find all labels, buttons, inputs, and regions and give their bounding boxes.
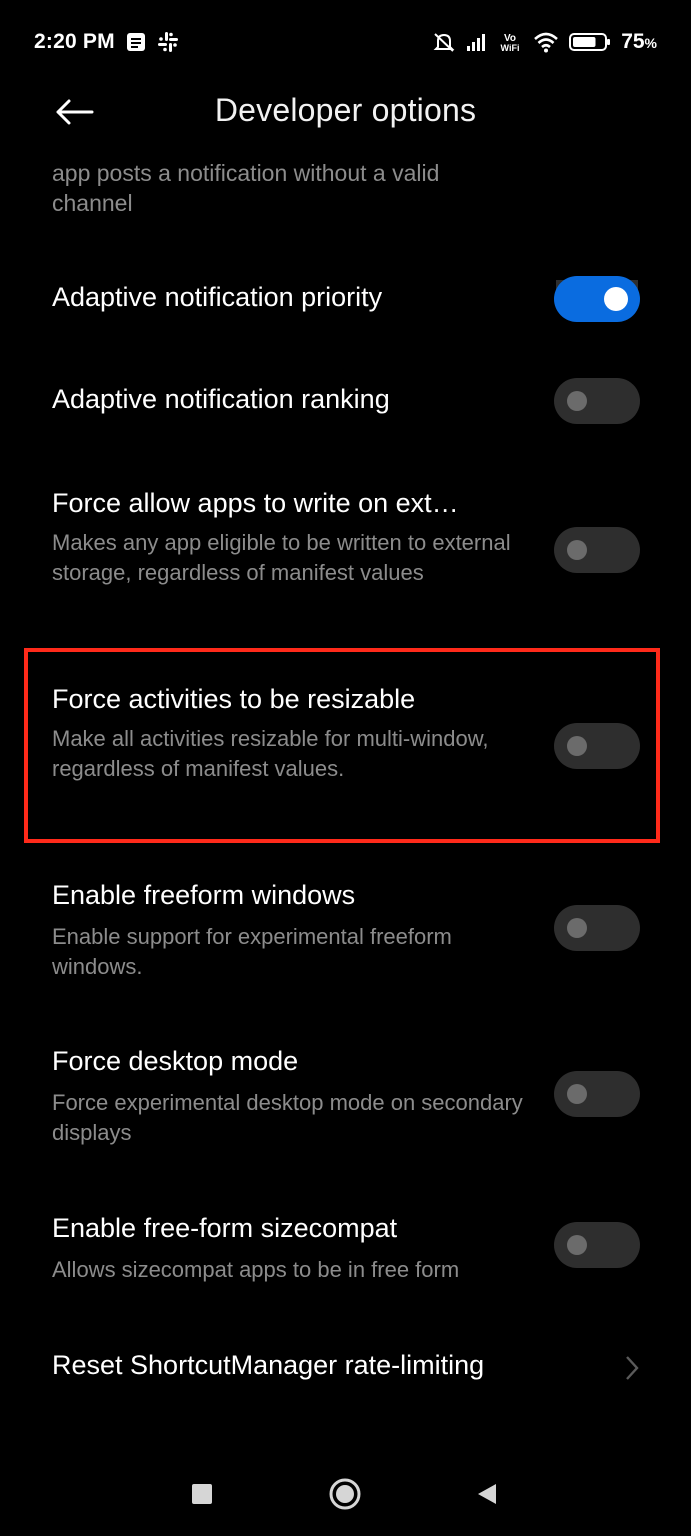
back-triangle-icon[interactable] bbox=[476, 1482, 498, 1506]
toggle-switch-off[interactable] bbox=[554, 1071, 640, 1117]
toggle-knob bbox=[567, 540, 587, 560]
setting-description: app posts a notification without a valid… bbox=[52, 160, 440, 216]
setting-description: Enable support for experimental freeform… bbox=[52, 924, 452, 979]
setting-title: Adaptive notification ranking bbox=[52, 384, 390, 414]
setting-title: Reset ShortcutManager rate-limiting bbox=[52, 1350, 485, 1380]
page-title: Developer options bbox=[214, 92, 477, 128]
toggle-switch-off[interactable] bbox=[554, 378, 640, 424]
toggle-knob bbox=[567, 918, 587, 938]
settings-list: app posts a notification without a valid… bbox=[0, 0, 691, 1420]
setting-title: Enable freeform windows bbox=[52, 880, 356, 910]
app-header: Developer options bbox=[0, 84, 691, 140]
setting-row-partial[interactable]: app posts a notification without a valid… bbox=[0, 140, 691, 312]
toggle-knob bbox=[567, 1084, 587, 1104]
setting-title: Force desktop mode bbox=[52, 1046, 299, 1076]
setting-row-enable-freeform-sizecompat[interactable]: Enable free-form sizecompat Allows sizec… bbox=[0, 1203, 691, 1293]
toggle-switch-off[interactable] bbox=[554, 1222, 640, 1268]
screen: 2:20 PM Vo WiFi 75% app posts a notifica… bbox=[0, 0, 691, 1536]
navigation-bar bbox=[0, 1460, 691, 1530]
setting-description: Force experimental desktop mode on secon… bbox=[52, 1090, 523, 1145]
toggle-knob bbox=[567, 1235, 587, 1255]
setting-row-adaptive-notification-ranking[interactable]: Adaptive notification ranking bbox=[0, 368, 691, 436]
setting-row-reset-shortcutmanager[interactable]: Reset ShortcutManager rate-limiting bbox=[0, 1338, 691, 1398]
setting-title: Enable free-form sizecompat bbox=[52, 1213, 398, 1243]
toggle-knob bbox=[604, 287, 628, 311]
setting-title: Force allow apps to write on ext… bbox=[52, 488, 459, 518]
highlight-box bbox=[24, 648, 660, 843]
toggle-switch-on[interactable] bbox=[554, 276, 640, 322]
home-circle-icon[interactable] bbox=[329, 1478, 361, 1510]
setting-row-force-allow-external-storage[interactable]: Force allow apps to write on ext… Makes … bbox=[0, 478, 691, 628]
setting-row-enable-freeform-windows[interactable]: Enable freeform windows Enable support f… bbox=[0, 870, 691, 990]
toggle-knob bbox=[567, 391, 587, 411]
chevron-right-icon bbox=[626, 1356, 639, 1380]
setting-description: Allows sizecompat apps to be in free for… bbox=[52, 1257, 460, 1282]
toggle-switch-off[interactable] bbox=[554, 905, 640, 951]
toggle-switch-off[interactable] bbox=[554, 527, 640, 573]
setting-title: Adaptive notification priority bbox=[52, 282, 383, 312]
setting-row-force-desktop-mode[interactable]: Force desktop mode Force experimental de… bbox=[0, 1036, 691, 1156]
setting-row-adaptive-notification-priority[interactable]: Adaptive notification priority bbox=[0, 266, 691, 334]
setting-description: Makes any app eligible to be written to … bbox=[52, 530, 511, 585]
recents-square-icon[interactable] bbox=[192, 1484, 212, 1504]
